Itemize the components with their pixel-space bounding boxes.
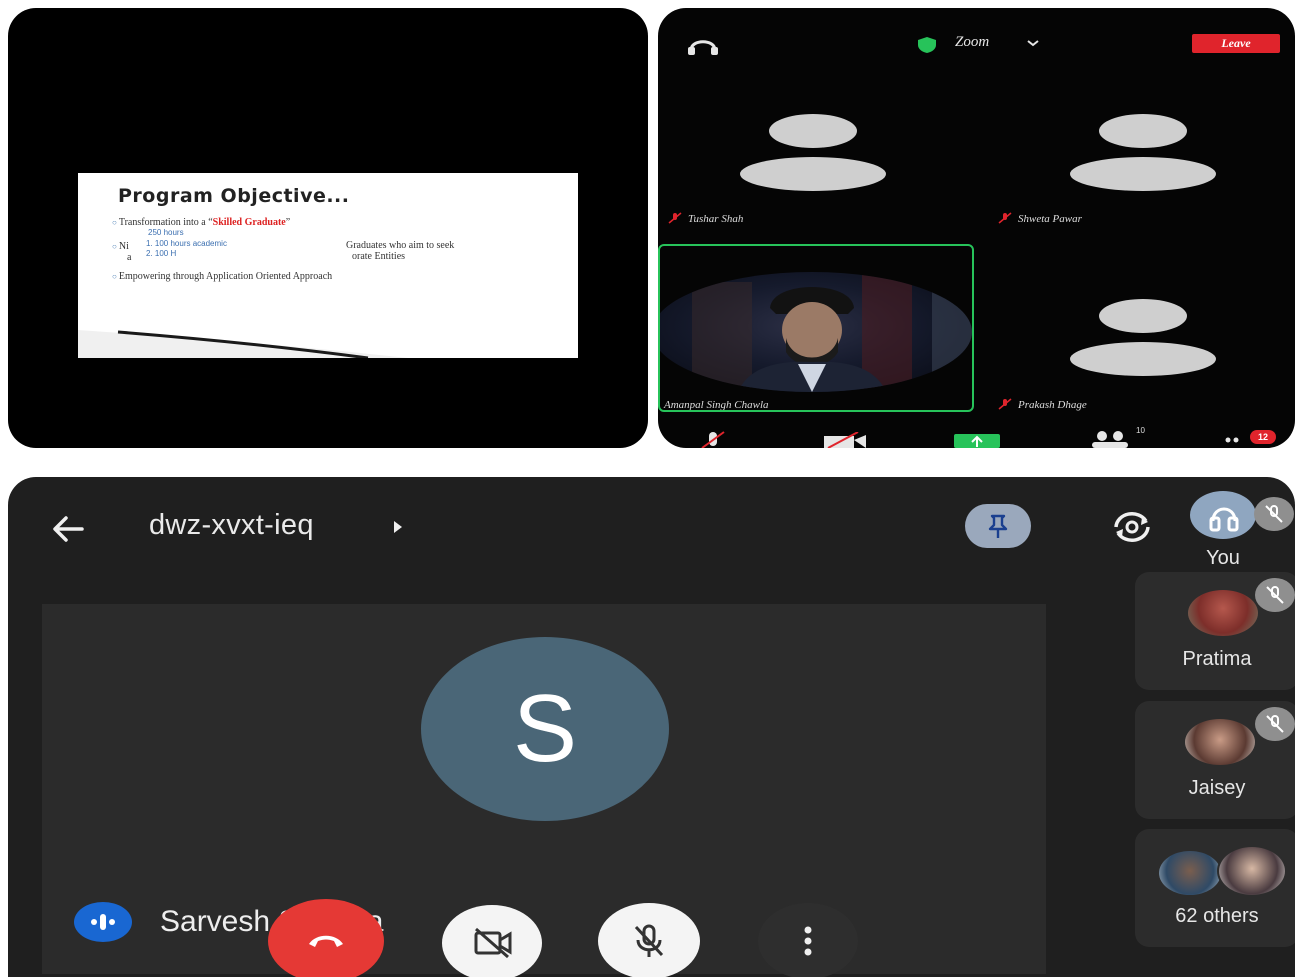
- zoom-header: Zoom Leave: [658, 8, 1295, 68]
- switch-camera-icon[interactable]: [1108, 507, 1156, 547]
- shield-check-icon: [918, 37, 936, 53]
- video-off-icon: [474, 927, 512, 959]
- tile-name-you: You: [1206, 547, 1240, 569]
- mic-off-icon: [1266, 586, 1284, 604]
- more-vertical-icon: [804, 926, 812, 956]
- slide-title: Program Objective...: [118, 185, 350, 207]
- participants-icon[interactable]: [1088, 430, 1134, 448]
- participant-avatar-placeholder: [1070, 299, 1216, 376]
- mic-off-icon: [998, 398, 1012, 410]
- shared-slide-panel: Program Objective... ○ Transformation int…: [8, 8, 648, 448]
- mic-off-icon: [1265, 505, 1283, 523]
- mic-off-icon: [634, 924, 664, 957]
- mic-toggle-button[interactable]: [598, 903, 700, 977]
- mic-off-icon: [1266, 715, 1284, 733]
- participant-name-prakash: Prakash Dhage: [998, 398, 1087, 411]
- participant-avatar: [1159, 851, 1221, 895]
- hang-up-icon: [309, 935, 343, 947]
- end-call-button[interactable]: [268, 899, 384, 977]
- headphones-icon: [1209, 507, 1239, 532]
- chevron-down-icon[interactable]: [1025, 36, 1041, 50]
- slide-bullet-2-end-2: orate Entities: [352, 251, 406, 262]
- participant-tile-others[interactable]: 62 others: [1135, 829, 1295, 947]
- slide-decoration-swoosh: [78, 330, 408, 358]
- participant-tile-jaisey[interactable]: Jaisey: [1135, 701, 1295, 819]
- participant-video: [660, 272, 972, 392]
- speaker-initial-avatar: S: [421, 637, 669, 821]
- participant-avatar: [1185, 719, 1255, 765]
- meeting-code[interactable]: dwz-xvxt-ieq: [149, 509, 314, 542]
- tile-name-others: 62 others: [1175, 905, 1259, 927]
- self-avatar[interactable]: [1190, 491, 1256, 539]
- slide-bullet-1: ○ Transformation into a “Skilled Graduate…: [112, 217, 291, 228]
- participant-tile-pratima[interactable]: Pratima: [1135, 572, 1295, 690]
- mic-off-icon[interactable]: [698, 430, 728, 448]
- slide-bullet-2-start: ○ Ni: [112, 241, 129, 252]
- muted-badge: [1254, 497, 1294, 531]
- pin-button[interactable]: [965, 504, 1031, 548]
- participant-avatar: [1217, 845, 1287, 897]
- caret-right-icon[interactable]: [392, 519, 404, 535]
- tile-name-pratima: Pratima: [1182, 648, 1252, 670]
- slide-sub-100-h: 2. 100 H: [146, 249, 177, 258]
- more-options-button[interactable]: [758, 903, 858, 977]
- slide-sub-250: 250 hours: [148, 228, 184, 237]
- slide-bullet-3: ○ Empowering through Application Oriented…: [112, 271, 333, 282]
- headset-icon[interactable]: [686, 34, 720, 56]
- presentation-slide: Program Objective... ○ Transformation int…: [78, 173, 578, 358]
- active-speaker-tile[interactable]: Amanpal Singh Chawla: [658, 244, 974, 412]
- person-video-silhouette: [692, 272, 972, 392]
- slide-bullet-2-a: a: [127, 252, 132, 263]
- muted-badge: [1255, 578, 1295, 612]
- pin-icon: [988, 514, 1008, 538]
- participant-avatar: [1188, 590, 1258, 636]
- back-arrow-icon[interactable]: [52, 515, 84, 543]
- slide-bullet-2-end-1: Graduates who aim to seek: [346, 240, 455, 251]
- zoom-toolbar: 10: [658, 426, 1295, 448]
- bullet-marker-icon: ○: [112, 218, 117, 227]
- notification-badge: 12: [1250, 430, 1276, 444]
- speaking-indicator: [74, 902, 132, 942]
- video-off-icon[interactable]: [822, 432, 868, 448]
- tile-name-jaisey: Jaisey: [1188, 777, 1246, 799]
- participant-name-amanpal: Amanpal Singh Chawla: [664, 399, 769, 411]
- bullet-marker-icon: ○: [112, 272, 117, 281]
- participant-avatar-placeholder: [740, 114, 886, 191]
- zoom-title[interactable]: Zoom: [955, 34, 989, 51]
- audio-wave-icon: [91, 914, 115, 930]
- mic-off-icon: [998, 212, 1012, 224]
- participants-count: 10: [1136, 426, 1145, 435]
- participant-avatar-placeholder: [1070, 114, 1216, 191]
- mic-off-icon: [668, 212, 682, 224]
- meet-panel: dwz-xvxt-ieq S Sarvesh Sharma You Pratim…: [8, 477, 1295, 977]
- muted-badge: [1255, 707, 1295, 741]
- zoom-meeting-panel: Zoom Leave Tushar Shah Shweta Pawar Aman…: [658, 8, 1295, 448]
- share-screen-icon[interactable]: [954, 434, 1000, 448]
- more-options-icon[interactable]: [1224, 436, 1244, 444]
- camera-toggle-button[interactable]: [442, 905, 542, 977]
- leave-button[interactable]: Leave: [1192, 34, 1280, 53]
- participant-name-tushar: Tushar Shah: [668, 212, 743, 225]
- bullet-marker-icon: ○: [112, 242, 117, 251]
- participant-name-shweta: Shweta Pawar: [998, 212, 1082, 225]
- slide-sub-100-academic: 1. 100 hours academic: [146, 239, 227, 248]
